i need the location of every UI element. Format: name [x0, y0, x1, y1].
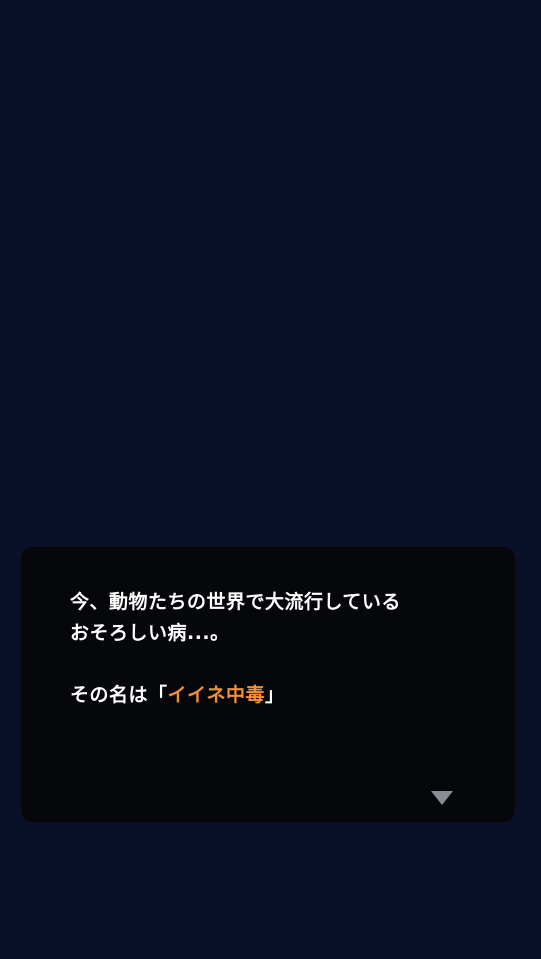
dialog-box[interactable]: 今、動物たちの世界で大流行している おそろしい病...。 その名は「イイネ中毒」 — [21, 547, 515, 822]
dialog-spacer — [70, 649, 485, 680]
game-screen: { "dialog": { "line1": "今、動物たちの世界で大流行してい… — [0, 0, 541, 959]
dialog-line-1: 今、動物たちの世界で大流行している — [70, 591, 401, 613]
highlighted-term: イイネ中毒 — [167, 684, 266, 706]
dialog-line-3-suffix: 」 — [265, 684, 285, 706]
dialog-line-3: その名は「イイネ中毒」 — [70, 680, 485, 711]
next-arrow-icon[interactable] — [431, 791, 453, 805]
dialog-text: 今、動物たちの世界で大流行している おそろしい病...。 その名は「イイネ中毒」 — [70, 587, 485, 711]
dialog-line-3-prefix: その名は「 — [70, 684, 168, 706]
dialog-line-2: おそろしい病...。 — [70, 622, 230, 644]
